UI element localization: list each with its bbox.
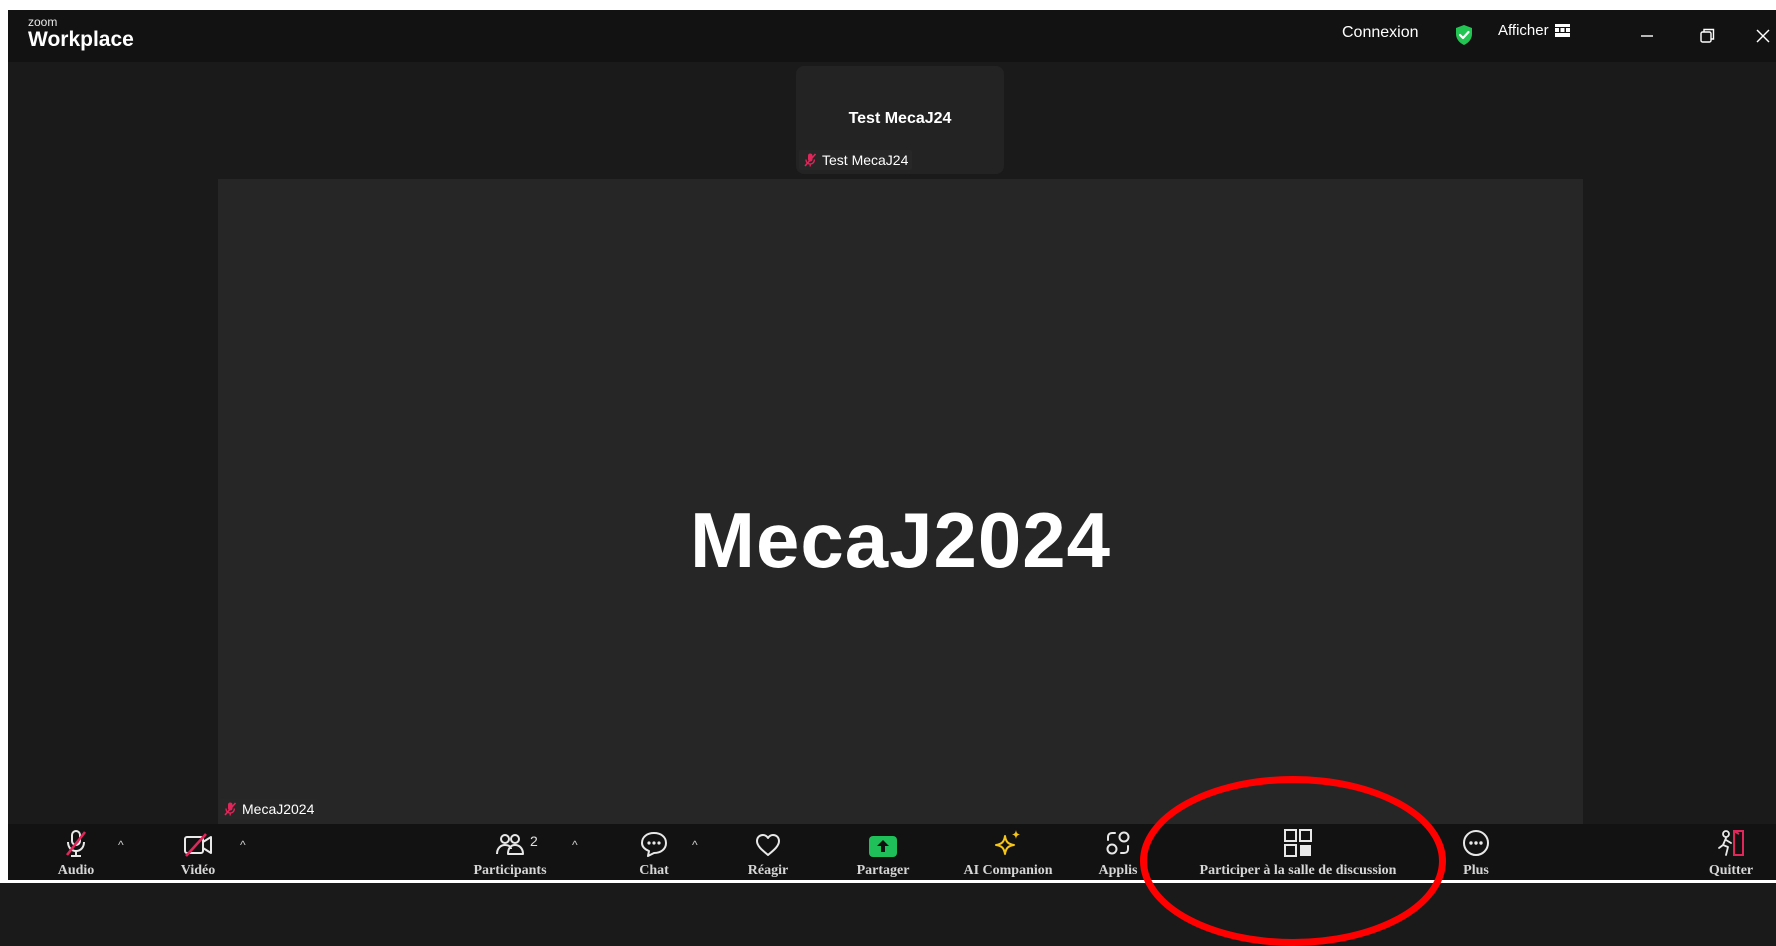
- audio-button[interactable]: Audio: [46, 824, 106, 880]
- video-button[interactable]: Vidéo: [168, 824, 228, 880]
- restore-icon: [1700, 28, 1715, 43]
- share-button[interactable]: Partager: [843, 824, 923, 880]
- restore-button[interactable]: [1692, 22, 1722, 50]
- chat-icon: [639, 824, 669, 858]
- thumbnail-tag-label: Test MecaJ24: [822, 152, 909, 168]
- thumbnail-name-tag: Test MecaJ24: [799, 150, 913, 170]
- logo-big-text: Workplace: [28, 28, 134, 51]
- main-name-tag: MecaJ2024: [219, 799, 319, 819]
- share-label: Partager: [856, 863, 910, 878]
- join-breakout-room-label: Participer à la salle de discussion: [1199, 863, 1397, 878]
- chat-button[interactable]: Chat: [624, 824, 684, 880]
- title-bar: zoom Workplace Connexion Afficher: [8, 10, 1776, 62]
- participants-count: 2: [530, 833, 538, 849]
- react-button[interactable]: Réagir: [733, 824, 803, 880]
- participants-label: Participants: [473, 863, 547, 878]
- close-icon: [1756, 29, 1770, 43]
- window-frame-top: [0, 0, 1776, 10]
- close-button[interactable]: [1748, 22, 1776, 50]
- main-tag-label: MecaJ2024: [242, 801, 315, 817]
- minimize-icon: [1641, 35, 1653, 37]
- leave-button[interactable]: Quitter: [1698, 824, 1764, 880]
- apps-button[interactable]: Applis: [1088, 824, 1148, 880]
- more-button[interactable]: Plus: [1446, 824, 1506, 880]
- breakout-rooms-icon: [1282, 824, 1314, 858]
- view-label: Afficher: [1498, 22, 1549, 39]
- more-label: Plus: [1463, 863, 1489, 878]
- chat-options-caret-icon[interactable]: ^: [692, 838, 698, 852]
- participants-button[interactable]: Participants: [460, 824, 560, 880]
- leave-door-icon: [1715, 824, 1747, 858]
- ai-companion-label: AI Companion: [963, 863, 1053, 878]
- apps-icon: [1103, 824, 1133, 858]
- mic-muted-icon: [804, 153, 817, 167]
- logo-small-text: zoom: [28, 15, 58, 29]
- window-frame-left: [0, 0, 8, 883]
- signin-link[interactable]: Connexion: [1342, 24, 1419, 42]
- grid-view-icon: [1554, 24, 1570, 37]
- main-display-name: MecaJ2024: [689, 496, 1111, 584]
- shield-check-icon[interactable]: [1454, 24, 1474, 51]
- join-breakout-room-button[interactable]: Participer à la salle de discussion: [1168, 824, 1428, 880]
- participants-options-caret-icon[interactable]: ^: [572, 838, 578, 852]
- minimize-button[interactable]: [1632, 22, 1662, 50]
- view-button[interactable]: Afficher: [1498, 22, 1570, 39]
- video-options-caret-icon[interactable]: ^: [240, 838, 246, 852]
- app-logo: zoom Workplace: [28, 16, 134, 50]
- main-video-tile[interactable]: MecaJ2024: [218, 179, 1583, 824]
- audio-options-caret-icon[interactable]: ^: [118, 838, 124, 852]
- mic-muted-icon: [224, 802, 237, 816]
- video-off-icon: [182, 824, 214, 858]
- thumbnail-display-name: Test MecaJ24: [848, 110, 952, 127]
- share-screen-icon: [868, 824, 898, 858]
- mic-off-icon: [61, 824, 91, 858]
- heart-icon: [753, 824, 783, 858]
- audio-label: Audio: [57, 863, 95, 878]
- participants-icon: [494, 824, 526, 858]
- chat-label: Chat: [639, 863, 669, 878]
- react-label: Réagir: [747, 863, 789, 878]
- video-label: Vidéo: [180, 863, 216, 878]
- meeting-toolbar: Audio ^ Vidéo ^ Participants 2 ^ Chat ^ …: [8, 824, 1776, 880]
- leave-label: Quitter: [1708, 863, 1754, 878]
- more-icon: [1461, 824, 1491, 858]
- apps-label: Applis: [1098, 863, 1138, 878]
- ai-companion-button[interactable]: AI Companion: [948, 824, 1068, 880]
- sparkle-icon: [992, 824, 1024, 858]
